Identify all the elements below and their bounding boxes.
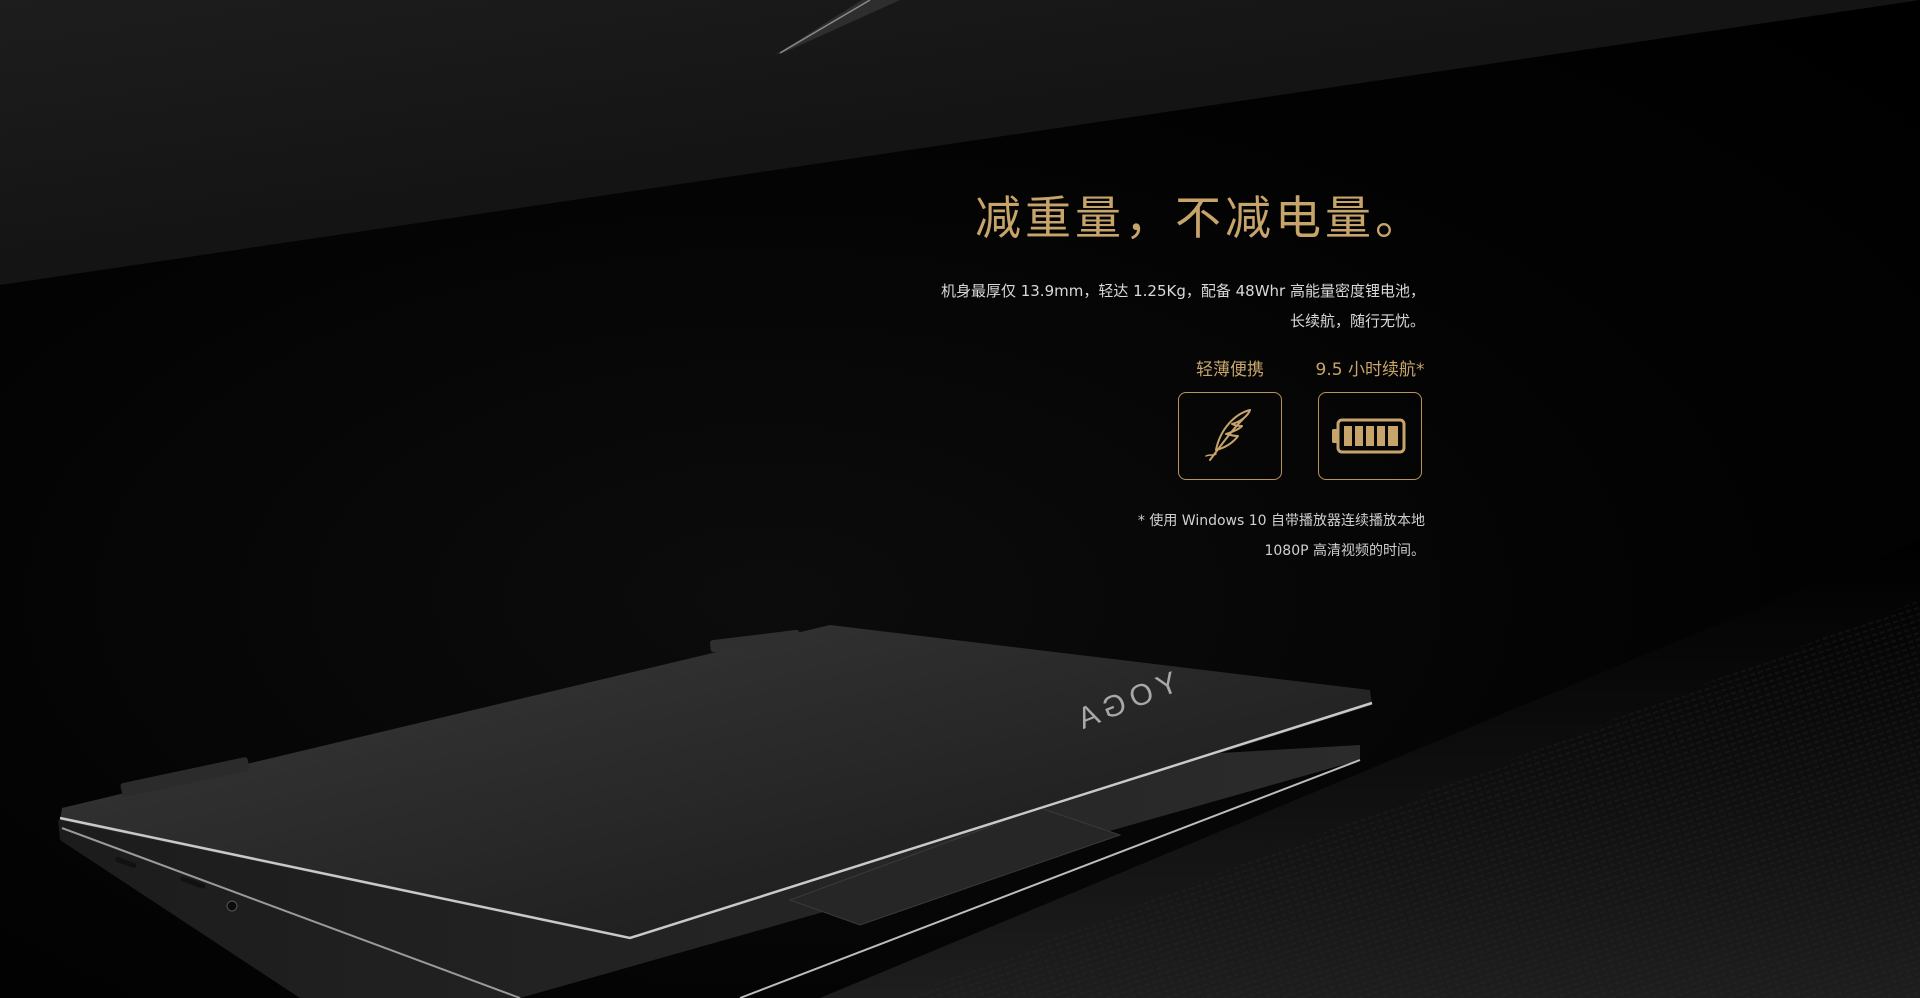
feature-lightweight: 轻薄便携 [1175,358,1285,480]
feature-battery: 9.5 小时续航* [1315,358,1425,480]
description-line-2: 长续航，随行无忧。 [1289,312,1425,330]
footnote: * 使用 Windows 10 自带播放器连续播放本地 1080P 高清视频的时… [665,506,1425,566]
feature-copy: 减重量，不减电量。 机身最厚仅 13.9mm，轻达 1.25Kg，配备 48Wh… [665,190,1425,566]
footnote-line-2: 1080P 高清视频的时间。 [1264,543,1425,559]
headline: 减重量，不减电量。 [975,191,1425,245]
feature-label-lightweight: 轻薄便携 [1196,360,1264,380]
feature-label-battery: 9.5 小时续航* [1315,360,1425,380]
description: 机身最厚仅 13.9mm，轻达 1.25Kg，配备 48Whr 高能量密度锂电池… [665,276,1425,336]
battery-icon [1332,418,1406,454]
feature-box-battery [1318,392,1422,480]
description-line-1: 机身最厚仅 13.9mm，轻达 1.25Kg，配备 48Whr 高能量密度锂电池… [940,282,1425,300]
feature-box-lightweight [1178,392,1282,480]
hero-section: YOGA 减重量，不减电量。 机身最厚仅 13.9mm，轻达 1.25Kg，配备… [0,0,1920,998]
feature-badges: 轻薄便携 9.5 小时续航* [665,358,1425,480]
footnote-line-1: * 使用 Windows 10 自带播放器连续播放本地 [1137,513,1425,529]
feather-icon [1205,409,1251,461]
